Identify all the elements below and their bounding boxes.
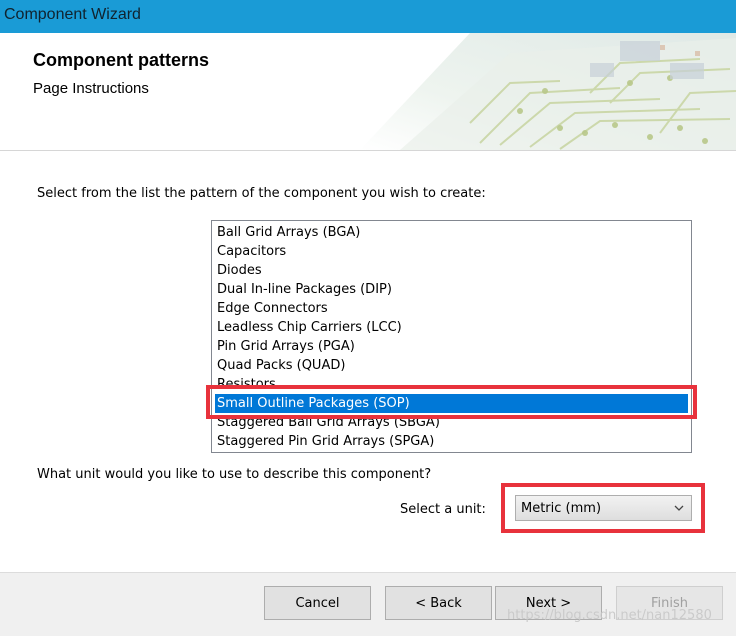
unit-question: What unit would you like to use to descr…: [37, 467, 432, 482]
list-item[interactable]: Leadless Chip Carriers (LCC): [215, 318, 688, 337]
list-item[interactable]: Diodes: [215, 261, 688, 280]
watermark: https://blog.csdn.net/nan12580: [507, 608, 712, 623]
page-subtitle: Page Instructions: [33, 80, 149, 97]
selection-highlight-box: [206, 385, 697, 419]
cancel-button[interactable]: Cancel: [264, 586, 371, 620]
wizard-header: Component patterns Page Instructions: [0, 33, 736, 151]
unit-highlight-box: [501, 483, 705, 533]
list-item[interactable]: Edge Connectors: [215, 299, 688, 318]
page-title: Component patterns: [33, 50, 210, 70]
list-item[interactable]: Staggered Pin Grid Arrays (SPGA): [215, 432, 688, 451]
list-item[interactable]: Dual In-line Packages (DIP): [215, 280, 688, 299]
list-item[interactable]: Pin Grid Arrays (PGA): [215, 337, 688, 356]
window-title: Component Wizard: [4, 6, 141, 23]
back-button[interactable]: < Back: [385, 586, 492, 620]
pattern-instruction: Select from the list the pattern of the …: [37, 186, 486, 201]
list-item[interactable]: Capacitors: [215, 242, 688, 261]
list-item[interactable]: Ball Grid Arrays (BGA): [215, 223, 688, 242]
unit-label: Select a unit:: [400, 502, 486, 517]
pcb-banner-image: [360, 33, 736, 150]
list-item[interactable]: Quad Packs (QUAD): [215, 356, 688, 375]
title-bar[interactable]: Component Wizard: [0, 0, 736, 33]
